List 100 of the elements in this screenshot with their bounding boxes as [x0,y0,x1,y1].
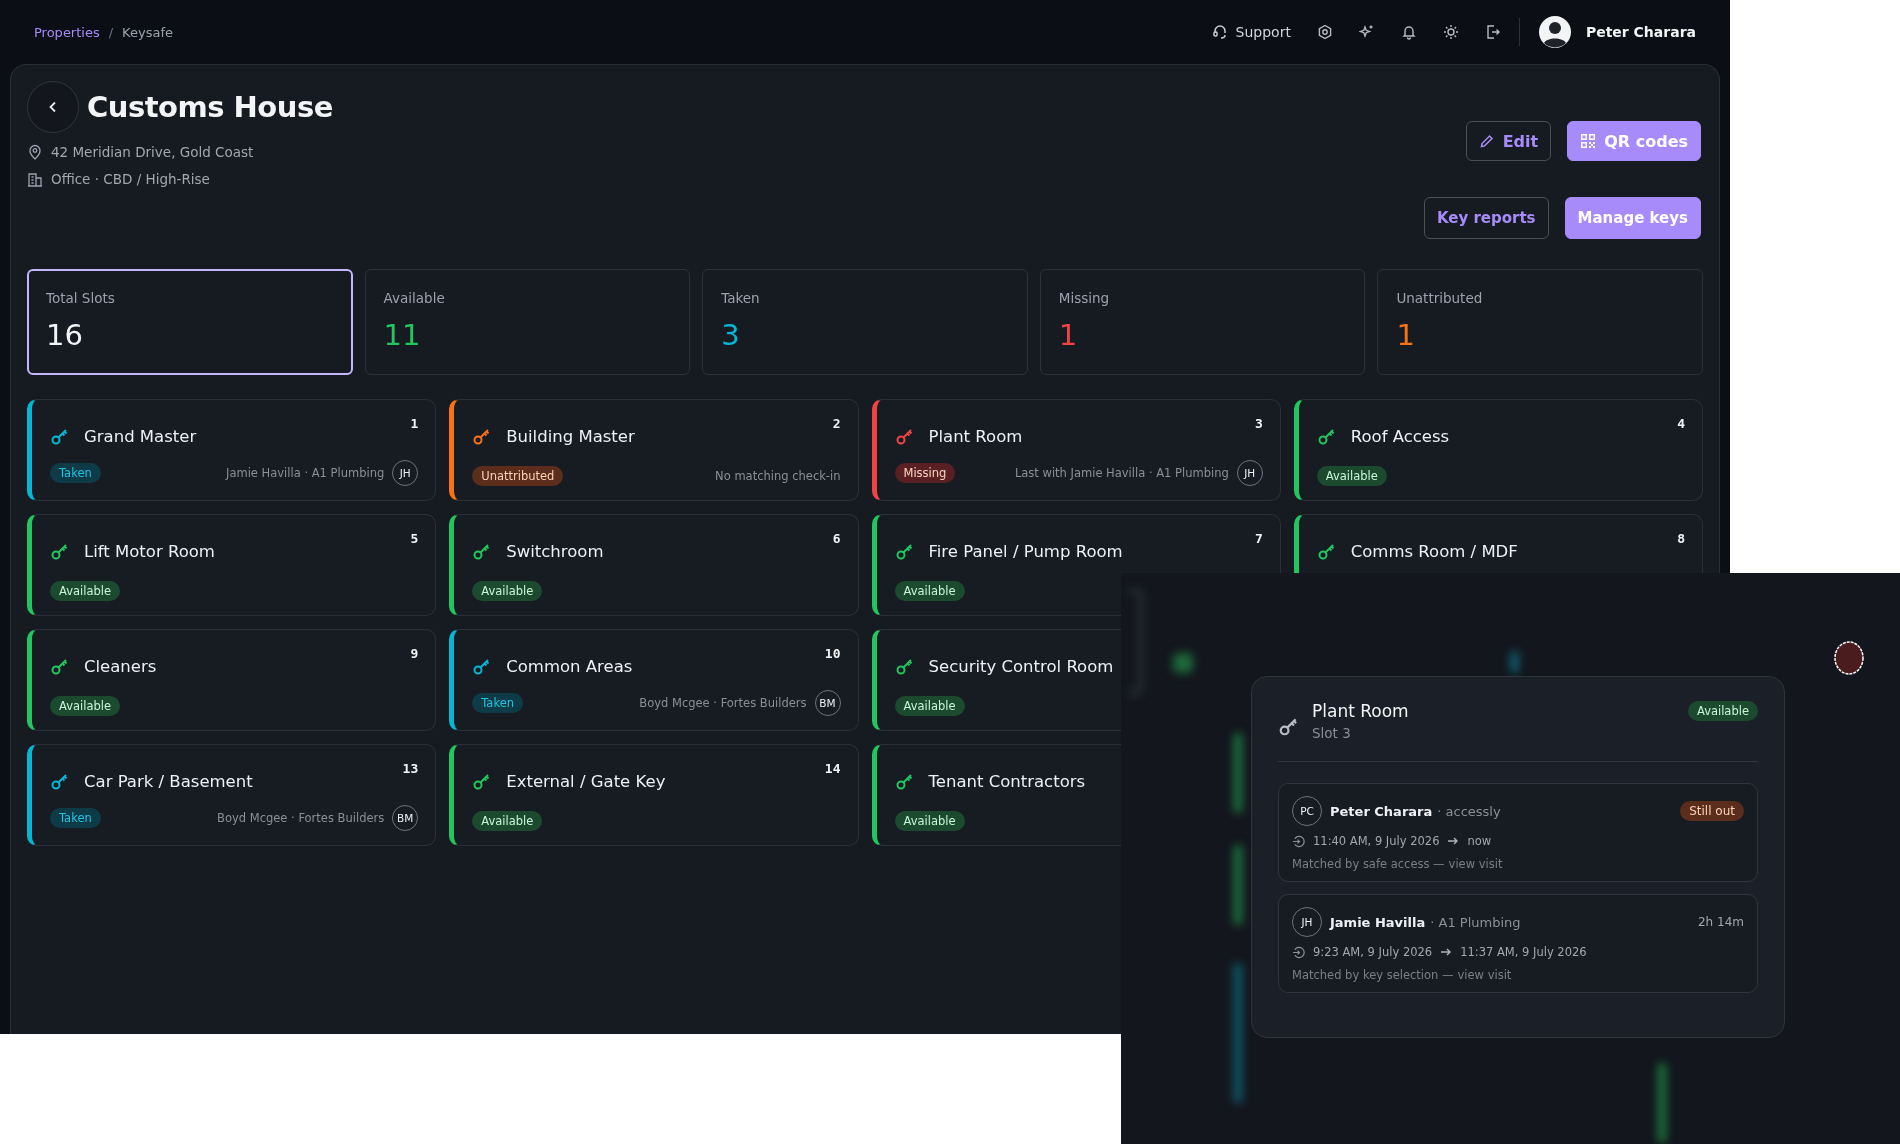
current-page-label: Keysafe [122,24,173,40]
slot-number: 8 [1677,531,1685,546]
settings-icon[interactable] [1316,24,1333,40]
key-name: Lift Motor Room [84,541,215,561]
holder-text: Jamie Havilla · A1 Plumbing [226,466,385,480]
visit-duration: 2h 14m [1698,915,1744,929]
stat-value: 3 [721,318,741,352]
holder-text: Boyd Mcgee · Fortes Builders [639,696,807,710]
slot-number: 10 [824,646,841,661]
slot-number: 3 [1254,416,1263,431]
visitor-company: · A1 Plumbing [1430,914,1521,930]
key-card[interactable]: Building Master 2 Unattributed No matching check-in [449,399,859,501]
user-avatar-icon[interactable] [1537,15,1572,49]
arrow-right-icon [1447,835,1460,847]
key-name: Comms Room / MDF [1350,541,1518,561]
key-card[interactable]: Grand Master 1 Taken Jamie Havilla · A1 Plumbing JH [27,399,437,501]
status-badge: Available [472,811,543,831]
logout-icon[interactable] [1484,24,1501,40]
key-card[interactable]: Common Areas 10 Taken Boyd Mcgee · Fortes Builders BM [449,629,859,731]
blurred-shape [1173,653,1193,673]
holder-text: No matching check-in [715,469,841,483]
visit-start-time: 9:23 AM, 9 July 2026 [1313,945,1433,959]
key-icon [1316,541,1337,561]
key-card[interactable]: External / Gate Key 14 Available [449,744,859,846]
support-button[interactable]: Support [1211,24,1291,40]
stat-value: 1 [1396,318,1416,352]
slot-number: 5 [410,531,419,546]
slot-number: 14 [824,761,841,776]
key-icon [894,426,915,446]
key-card[interactable]: Switchroom 6 Available [449,514,859,616]
status-badge: Available [894,811,965,831]
status-badge: Available [50,696,121,716]
edit-button[interactable]: Edit [1465,121,1552,161]
key-card[interactable]: Roof Access 4 Available [1293,399,1703,501]
qr-code-icon [1580,133,1597,149]
user-name: Peter Charara [1585,24,1696,40]
key-icon [1316,426,1337,446]
key-name: Car Park / Basement [84,771,253,791]
status-badge: Available [1687,701,1758,721]
key-card[interactable]: Plant Room 3 Missing Last with Jamie Havilla · A1 Plumbing JH [871,399,1281,501]
key-card[interactable]: Lift Motor Room 5 Available [27,514,437,616]
holder-text: Boyd Mcgee · Fortes Builders [217,811,385,825]
visit-end-time: 11:37 AM, 9 July 2026 [1460,945,1587,959]
slot-number: 9 [410,646,419,661]
arrow-right-icon [1440,946,1453,958]
status-badge: Taken [472,693,524,713]
key-card[interactable]: Car Park / Basement 13 Taken Boyd Mcgee · Fortes Builders BM [27,744,437,846]
view-visit-link[interactable]: view visit [1457,968,1512,982]
stat-card[interactable]: Missing 1 [1039,269,1366,375]
slot-number: 2 [832,416,841,431]
check-in-icon [1292,834,1305,848]
status-badge: Available [50,581,121,601]
visit-start-time: 11:40 AM, 9 July 2026 [1313,834,1440,848]
key-icon [50,771,70,791]
slot-number: 7 [1254,531,1263,546]
key-name: Security Control Room [928,656,1114,676]
sun-icon[interactable] [1442,24,1459,40]
key-name: Plant Room [928,426,1023,446]
stat-card[interactable]: Available 11 [364,269,691,375]
breadcrumb-link[interactable]: Properties [34,24,100,40]
holder-text: Last with Jamie Havilla · A1 Plumbing [1014,466,1229,480]
property-type: Office · CBD / High-Rise [51,171,210,187]
stat-value: 11 [383,318,422,352]
key-name: Roof Access [1350,426,1450,446]
stat-label: Taken [721,290,761,306]
stat-card[interactable]: Taken 3 [702,269,1028,375]
stat-label: Unattributed [1396,290,1484,306]
still-out-badge: Still out [1680,801,1744,821]
slot-number: 1 [410,416,419,431]
slot-number: 4 [1677,416,1685,431]
key-card[interactable]: Cleaners 9 Available [27,629,437,731]
view-visit-link[interactable]: view visit [1448,857,1503,871]
stat-card[interactable]: Unattributed 1 [1377,269,1703,375]
status-badge: Taken [50,808,101,828]
visit-end-time: now [1467,834,1492,848]
stat-label: Available [383,290,446,306]
stat-value: 1 [1058,318,1079,352]
cursor-circle-icon [1833,640,1865,676]
sparkle-icon[interactable] [1358,24,1375,40]
status-badge: Unattributed [472,466,564,486]
match-note: Matched by safe access — [1292,857,1445,871]
match-note: Matched by key selection — [1292,968,1454,982]
key-icon [894,656,915,676]
key-name: Switchroom [506,541,604,561]
location-pin-icon [27,144,43,160]
key-reports-button[interactable]: Key reports [1423,197,1549,239]
key-icon [50,656,70,676]
notifications-icon[interactable] [1400,24,1417,40]
stat-card[interactable]: Total Slots 16 [27,269,353,375]
blurred-shape [1511,651,1518,673]
key-icon [894,541,915,561]
key-name: Grand Master [84,426,197,446]
key-name: External / Gate Key [506,771,666,791]
slot-number: 6 [832,531,841,546]
key-name: Fire Panel / Pump Room [928,541,1123,561]
visitor-name: Jamie Havilla [1330,914,1426,930]
stat-label: Total Slots [46,290,116,306]
popover-title: Plant Room [1312,701,1409,721]
visitor-name: Peter Charara [1330,803,1433,819]
property-address: 42 Meridian Drive, Gold Coast [51,144,254,160]
